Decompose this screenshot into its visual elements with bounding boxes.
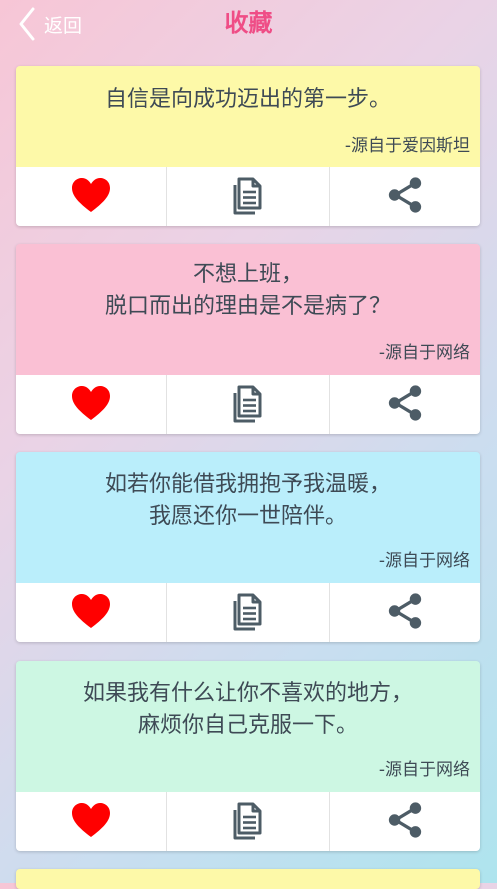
- like-button[interactable]: [16, 167, 167, 226]
- share-button[interactable]: [330, 375, 480, 434]
- share-icon: [386, 592, 424, 634]
- page-title: 收藏: [224, 9, 273, 37]
- quote-card-partial: [16, 869, 480, 889]
- like-button[interactable]: [16, 375, 167, 434]
- quote-source: -源自于网络: [378, 551, 470, 571]
- heart-icon: [71, 802, 111, 842]
- quote-area: 如若你能借我拥抱予我温暖， 我愿还你一世陪伴。 -源自于网络: [16, 452, 480, 583]
- copy-button[interactable]: [167, 375, 330, 434]
- quote-area: 不想上班， 脱口而出的理由是不是病了？ -源自于网络: [16, 244, 480, 375]
- card-actions: [16, 167, 480, 226]
- quote-line: 麻烦你自己克服一下。: [137, 713, 358, 738]
- copy-document-icon: [231, 800, 265, 844]
- share-button[interactable]: [330, 792, 480, 851]
- quote-line: 我愿还你一世陪伴。: [148, 504, 347, 529]
- share-button[interactable]: [330, 167, 480, 226]
- share-icon: [386, 801, 424, 843]
- heart-icon: [71, 593, 111, 633]
- quote-card: 如果我有什么让你不喜欢的地方， 麻烦你自己克服一下。 -源自于网络: [16, 661, 480, 851]
- copy-document-icon: [231, 383, 265, 427]
- share-button[interactable]: [330, 583, 480, 642]
- quote-text: 如果我有什么让你不喜欢的地方， 麻烦你自己克服一下。: [26, 678, 470, 742]
- quote-area: 自信是向成功迈出的第一步。 -源自于爱因斯坦: [16, 66, 480, 167]
- quote-line: 脱口而出的理由是不是病了？: [104, 294, 391, 319]
- quote-text: 自信是向成功迈出的第一步。: [26, 84, 470, 116]
- copy-button[interactable]: [167, 792, 330, 851]
- card-actions: [16, 583, 480, 642]
- quote-line: 自信是向成功迈出的第一步。: [104, 87, 391, 112]
- card-actions: [16, 792, 480, 851]
- quote-card: 如若你能借我拥抱予我温暖， 我愿还你一世陪伴。 -源自于网络: [16, 452, 480, 642]
- share-icon: [386, 176, 424, 218]
- quote-text: 不想上班， 脱口而出的理由是不是病了？: [26, 259, 470, 323]
- copy-document-icon: [231, 175, 265, 219]
- like-button[interactable]: [16, 583, 167, 642]
- quote-source: -源自于爱因斯坦: [344, 136, 470, 156]
- quote-line: 如若你能借我拥抱予我温暖，: [104, 472, 391, 497]
- heart-icon: [71, 385, 111, 425]
- heart-icon: [71, 177, 111, 217]
- copy-document-icon: [231, 591, 265, 635]
- quote-line: 不想上班，: [192, 262, 303, 287]
- quote-card: 不想上班， 脱口而出的理由是不是病了？ -源自于网络: [16, 244, 480, 434]
- card-actions: [16, 375, 480, 434]
- quote-line: 如果我有什么让你不喜欢的地方，: [82, 681, 413, 706]
- quote-text: 如若你能借我拥抱予我温暖， 我愿还你一世陪伴。: [26, 469, 470, 533]
- quote-area: 如果我有什么让你不喜欢的地方， 麻烦你自己克服一下。 -源自于网络: [16, 661, 480, 792]
- quote-source: -源自于网络: [378, 343, 470, 363]
- quote-card: 自信是向成功迈出的第一步。 -源自于爱因斯坦: [16, 66, 480, 226]
- quote-source: -源自于网络: [378, 760, 470, 780]
- copy-button[interactable]: [167, 167, 330, 226]
- like-button[interactable]: [16, 792, 167, 851]
- header: 返回 收藏: [0, 0, 497, 46]
- share-icon: [386, 384, 424, 426]
- copy-button[interactable]: [167, 583, 330, 642]
